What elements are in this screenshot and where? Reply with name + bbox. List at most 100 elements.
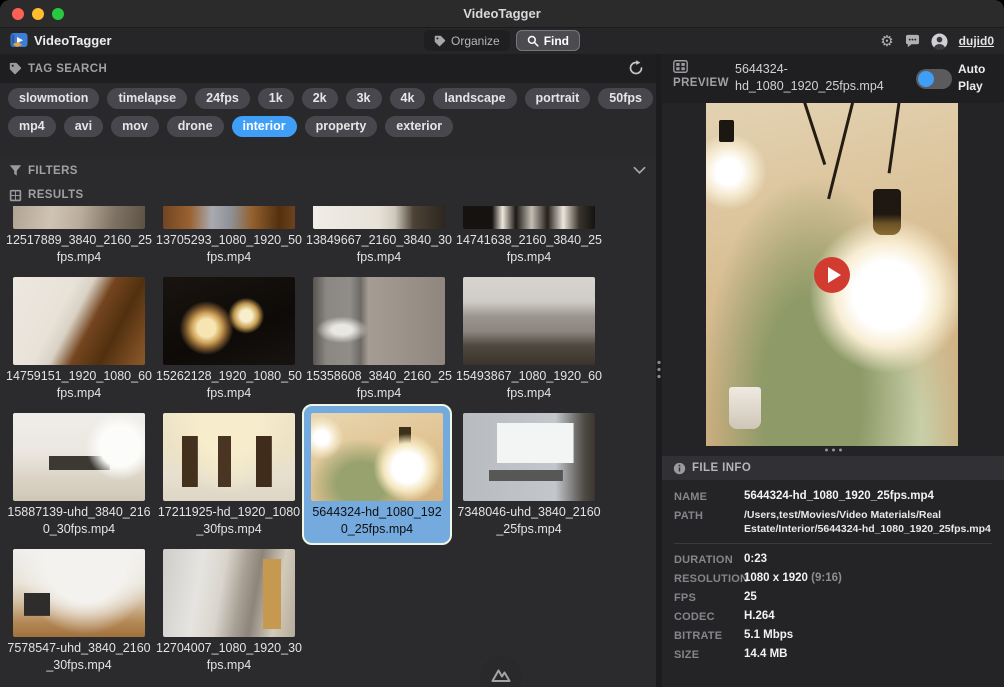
result-card-selected[interactable]: 5644324-hd_1080_1920_25fps.mp4 [302,404,452,545]
result-card[interactable]: 7578547-uhd_3840_2160_30fps.mp4 [6,549,152,674]
traffic-lights [12,8,64,20]
result-card[interactable]: 14741638_2160_3840_25fps.mp4 [456,206,602,266]
video-thumbnail[interactable] [163,277,295,365]
result-card[interactable]: 12704007_1080_1920_30fps.mp4 [156,549,302,674]
file-info-row: NAME5644324-hd_1080_1920_25fps.mp4 [674,489,992,505]
tag-pill-avi[interactable]: avi [64,116,103,137]
tag-pill-mov[interactable]: mov [111,116,159,137]
result-card[interactable]: 14759151_1920_1080_60fps.mp4 [6,277,152,402]
video-thumbnail[interactable] [13,413,145,501]
user-avatar[interactable] [931,33,948,50]
fileinfo-label: BITRATE [674,628,744,644]
video-thumbnail[interactable] [13,206,145,229]
tag-pill-slowmotion[interactable]: slowmotion [8,88,99,109]
preview-panel: PREVIEW 5644324-hd_1080_1920_25fps.mp4 A… [662,54,1004,687]
result-filename: 15262128_1920_1080_50fps.mp4 [156,368,302,402]
tag-pill-1k[interactable]: 1k [258,88,294,109]
video-thumbnail[interactable] [463,206,595,229]
plant-pot [729,387,761,429]
file-info-row: DURATION0:23 [674,552,992,568]
lamp-socket [719,120,734,142]
fileinfo-value: 25 [744,590,992,606]
result-cell: 15493867_1080_1920_60fps.mp4 [454,277,604,402]
autoplay-toggle[interactable] [916,69,952,89]
tag-pill-exterior[interactable]: exterior [385,116,453,137]
tag-pill-property[interactable]: property [305,116,378,137]
tag-pill-24fps[interactable]: 24fps [195,88,250,109]
file-info-row: RESOLUTION1080 x 1920 (9:16) [674,571,992,587]
tag-pill-mp4[interactable]: mp4 [8,116,56,137]
video-thumbnail[interactable] [163,549,295,637]
tag-pill-landscape[interactable]: landscape [433,88,516,109]
username-link[interactable]: dujid0 [959,34,994,48]
result-filename: 13705293_1080_1920_50fps.mp4 [156,232,302,266]
result-cell: 12704007_1080_1920_30fps.mp4 [154,549,304,674]
result-filename: 12704007_1080_1920_30fps.mp4 [156,640,302,674]
video-thumbnail[interactable] [313,206,445,229]
video-thumbnail[interactable] [463,413,595,501]
file-info-row: BITRATE5.1 Mbps [674,628,992,644]
result-card[interactable]: 15887139-uhd_3840_2160_30fps.mp4 [6,413,152,538]
result-card[interactable]: 15262128_1920_1080_50fps.mp4 [156,277,302,402]
tag-search-title: TAG SEARCH [28,63,107,75]
settings-gear-icon[interactable]: ⚙ [880,34,893,49]
result-card[interactable]: 15493867_1080_1920_60fps.mp4 [456,277,602,402]
divider-grip[interactable] [657,359,661,381]
result-card[interactable]: 12517889_3840_2160_25fps.mp4 [6,206,152,266]
find-button[interactable]: Find [516,30,580,51]
tag-pill-50fps[interactable]: 50fps [598,88,653,109]
minimize-window-button[interactable] [32,8,44,20]
find-button-label: Find [544,34,569,48]
video-thumbnail[interactable] [313,277,445,365]
play-icon [828,267,841,283]
video-thumbnail[interactable] [463,277,595,365]
autoplay-toggle-knob[interactable] [918,71,934,87]
resolution-aspect: (9:16) [808,572,842,584]
result-card[interactable]: 17211925-hd_1920_1080_30fps.mp4 [156,413,302,538]
organize-button[interactable]: Organize [424,30,510,51]
refresh-icon[interactable] [628,60,644,76]
result-filename: 15493867_1080_1920_60fps.mp4 [456,368,602,402]
filters-header[interactable]: FILTERS [0,157,656,184]
results-header: RESULTS [0,184,656,206]
result-filename: 14741638_2160_3840_25fps.mp4 [456,232,602,266]
fileinfo-label: CODEC [674,609,744,625]
tag-pill-drone[interactable]: drone [167,116,224,137]
tag-pill-timelapse[interactable]: timelapse [107,88,187,109]
tag-pill-2k[interactable]: 2k [302,88,338,109]
tag-pill-3k[interactable]: 3k [346,88,382,109]
mountain-logo-icon [489,664,513,686]
zoom-window-button[interactable] [52,8,64,20]
main-area: TAG SEARCH slowmotion timelapse 24fps 1k 2k 3… [0,54,1004,687]
result-cell: 7578547-uhd_3840_2160_30fps.mp4 [4,549,154,674]
result-filename: 13849667_2160_3840_30fps.mp4 [306,232,452,266]
fileinfo-value: 1080 x 1920 (9:16) [744,571,992,587]
file-info-row: SIZE14.4 MB [674,647,992,663]
fileinfo-label: FPS [674,590,744,606]
chevron-down-icon[interactable] [633,166,646,175]
video-thumbnail[interactable] [311,413,443,501]
tag-pill-interior[interactable]: interior [232,116,297,137]
result-card[interactable]: 15358608_3840_2160_25fps.mp4 [306,277,452,402]
video-thumbnail[interactable] [163,206,295,229]
fileinfo-primary: NAME5644324-hd_1080_1920_25fps.mp4PATH/U… [674,489,992,536]
filters-title: FILTERS [28,165,78,177]
video-preview[interactable] [706,103,958,446]
result-card[interactable]: 13849667_2160_3840_30fps.mp4 [306,206,452,266]
result-cell: 14741638_2160_3840_25fps.mp4 [454,206,604,266]
tag-pill-4k[interactable]: 4k [390,88,426,109]
results-scroll-area[interactable]: 12517889_3840_2160_25fps.mp413705293_108… [0,206,656,687]
organize-button-label: Organize [451,34,500,48]
preview-resize-handle[interactable] [823,448,843,452]
result-card[interactable]: 7348046-uhd_3840_2160_25fps.mp4 [456,413,602,538]
play-button[interactable] [814,257,850,293]
chat-bubble-icon[interactable] [905,34,920,48]
tag-pill-portrait[interactable]: portrait [525,88,591,109]
results-title: RESULTS [28,189,84,201]
video-thumbnail[interactable] [13,549,145,637]
video-thumbnail[interactable] [163,413,295,501]
close-window-button[interactable] [12,8,24,20]
result-card[interactable]: 13705293_1080_1920_50fps.mp4 [156,206,302,266]
video-thumbnail[interactable] [13,277,145,365]
result-filename: 14759151_1920_1080_60fps.mp4 [6,368,152,402]
